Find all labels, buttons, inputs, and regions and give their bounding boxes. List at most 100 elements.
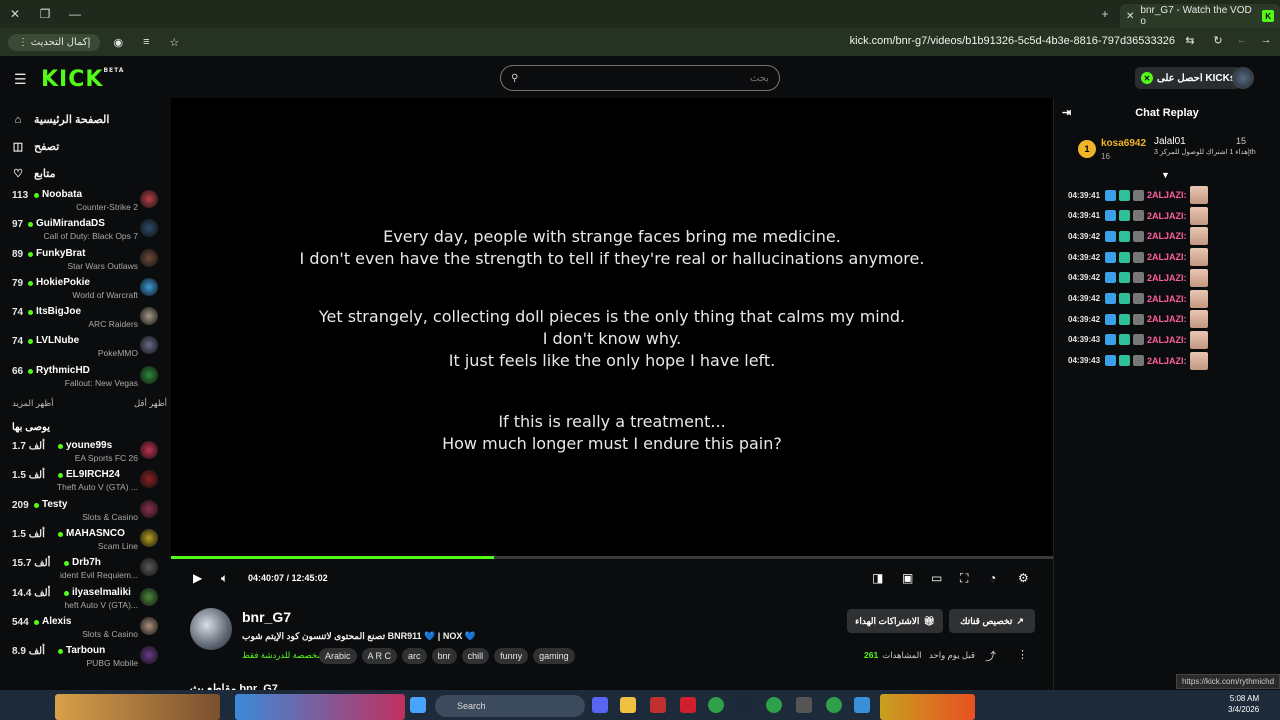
more-options-icon[interactable]: ⋮: [1017, 648, 1028, 661]
chat-username[interactable]: 2ALJAZI:: [1147, 335, 1187, 345]
profile-icon[interactable]: ◉: [108, 36, 128, 49]
show-more-link[interactable]: أظهر المزيد: [12, 398, 53, 409]
sidebar-item-following[interactable]: ♡ متابع: [0, 160, 170, 187]
start-icon[interactable]: [410, 697, 426, 713]
sidebar-channel-row[interactable]: 1.5 ألف EL9IRCH24 Theft Auto V (GTA) ...: [0, 467, 170, 496]
tag[interactable]: arc: [402, 648, 427, 664]
sidebar-channel-row[interactable]: 544 Alexis Slots & Casino: [0, 614, 170, 643]
sidebar-channel-row[interactable]: 66 RythmicHD Fallout: New Vegas: [0, 363, 170, 392]
app-icon[interactable]: [680, 697, 696, 713]
chat-message[interactable]: 04:39:43 2ALJAZI:: [1068, 351, 1208, 370]
folder-icon[interactable]: [620, 697, 636, 713]
reading-list-icon[interactable]: ≡: [136, 36, 156, 48]
chat-username[interactable]: 2ALJAZI:: [1147, 231, 1187, 241]
sidebar-channel-row[interactable]: 79 HokiePokie World of Warcraft: [0, 275, 170, 304]
miniplayer-icon[interactable]: ◨: [872, 571, 883, 585]
chat-message[interactable]: 04:39:42 2ALJAZI:: [1068, 248, 1208, 267]
sidebar-channel-row[interactable]: 14.4 ألف ilyaselmaliki heft Auto V (GTA)..…: [0, 585, 170, 614]
sidebar-channel-row[interactable]: 97 GuiMirandaDS Call of Duty: Black Ops 7: [0, 216, 170, 245]
search-box[interactable]: ⚲: [500, 65, 780, 91]
collapse-chat-icon[interactable]: ⇥: [1062, 106, 1071, 119]
sidebar-channel-row[interactable]: 15.7 ألف Drb7h ident Evil Requiem...: [0, 555, 170, 584]
tag[interactable]: bnr: [431, 648, 457, 664]
show-less-link[interactable]: أظهر أقل: [134, 398, 167, 409]
reload-icon[interactable]: ↻: [1208, 34, 1228, 47]
clock[interactable]: 5:08 AM 3/4/2026: [1228, 693, 1259, 715]
back-icon[interactable]: →: [1256, 34, 1276, 46]
sidebar-channel-row[interactable]: 74 ItsBigJoe ARC Raiders: [0, 304, 170, 333]
sidebar-channel-row[interactable]: 8.9 ألف Tarboun PUBG Mobile: [0, 643, 170, 672]
close-tab-icon[interactable]: ✕: [1126, 11, 1134, 22]
chrome-icon[interactable]: [766, 697, 782, 713]
expand-pinned-icon[interactable]: ▼: [1161, 170, 1170, 180]
pinned-username[interactable]: kosa6942: [1101, 138, 1146, 149]
sidebar-channel-row[interactable]: 1.7 ألف youne99s EA Sports FC 26: [0, 438, 170, 467]
volume-icon[interactable]: 🔈︎: [221, 571, 228, 586]
tag[interactable]: gaming: [533, 648, 575, 664]
chat-username[interactable]: 2ALJAZI:: [1147, 273, 1187, 283]
browser-tab[interactable]: ✕ bnr_G7 - Watch the VOD o K: [1120, 4, 1280, 28]
new-tab-icon[interactable]: +: [1090, 0, 1120, 28]
search-input[interactable]: [524, 72, 769, 84]
sidebar-item-browse[interactable]: ◫ تصفح: [0, 133, 170, 160]
chat-message[interactable]: 04:39:41 2ALJAZI:: [1068, 206, 1208, 225]
bookmark-star-icon[interactable]: ☆: [164, 36, 184, 49]
sidebar-channel-row[interactable]: 113 Noobata Counter-Strike 2: [0, 187, 170, 216]
share-icon[interactable]: ⤴: [985, 648, 996, 664]
chat-message[interactable]: 04:39:43 2ALJAZI:: [1068, 330, 1208, 349]
sidebar-channel-row[interactable]: 1.5 ألف MAHASNCO Scam Line: [0, 526, 170, 555]
widget-thumbnail[interactable]: [55, 694, 220, 720]
chat-message[interactable]: 04:39:42 2ALJAZI:: [1068, 310, 1208, 329]
chrome-icon[interactable]: [708, 697, 724, 713]
url-text[interactable]: kick.com/bnr-g7/videos/b1b91326-5c5d-4b3…: [850, 35, 1175, 47]
chat-username[interactable]: 2ALJAZI:: [1147, 252, 1187, 262]
chrome-icon[interactable]: [826, 697, 842, 713]
app-icon[interactable]: [796, 697, 812, 713]
sidebar-channel-row[interactable]: 74 LVLNube PokeMMO: [0, 333, 170, 362]
widget-thumbnail[interactable]: [880, 694, 975, 720]
widget-thumbnail[interactable]: [235, 694, 405, 720]
steam-icon[interactable]: [738, 697, 754, 713]
chat-username[interactable]: 2ALJAZI:: [1147, 356, 1187, 366]
restore-icon[interactable]: ❐: [30, 0, 60, 28]
taskbar-search[interactable]: Search: [435, 695, 585, 717]
sidebar-channel-row[interactable]: 89 FunkyBrat Star Wars Outlaws: [0, 246, 170, 275]
chat-username[interactable]: 2ALJAZI:: [1147, 314, 1187, 324]
clip-icon[interactable]: ▣: [902, 571, 913, 585]
tag[interactable]: chill: [461, 648, 490, 664]
chat-username[interactable]: 2ALJAZI:: [1147, 211, 1187, 221]
app-icon[interactable]: [854, 697, 870, 713]
chat-message[interactable]: 04:39:42 2ALJAZI:: [1068, 289, 1208, 308]
chat-username[interactable]: 2ALJAZI:: [1147, 294, 1187, 304]
forward-icon[interactable]: ←: [1232, 34, 1252, 46]
kick-logo[interactable]: KICKBETA: [41, 67, 124, 92]
video-player[interactable]: Every day, people with strange faces bri…: [171, 98, 1053, 558]
tag[interactable]: funny: [494, 648, 529, 664]
play-icon[interactable]: ▶: [193, 571, 202, 585]
chat-message[interactable]: 04:39:42 2ALJAZI:: [1068, 227, 1208, 246]
avatar[interactable]: [1232, 67, 1254, 89]
chat-message[interactable]: 04:39:42 2ALJAZI:: [1068, 268, 1208, 287]
theater-icon[interactable]: ▭: [931, 571, 942, 585]
tag[interactable]: A R C: [361, 648, 398, 664]
close-icon[interactable]: ✕: [0, 0, 30, 28]
sidebar-item-home[interactable]: ⌂ الصفحة الرئيسية: [0, 106, 170, 133]
speed-icon[interactable]: ◔: [989, 571, 996, 585]
minimize-icon[interactable]: —: [60, 0, 90, 28]
tab-action-icon[interactable]: ⇆: [1180, 34, 1200, 47]
discord-icon[interactable]: [592, 697, 608, 713]
app-icon[interactable]: [650, 697, 666, 713]
settings-gear-icon[interactable]: ⚙: [1018, 571, 1029, 585]
chat-username[interactable]: 2ALJAZI:: [1147, 190, 1187, 200]
customize-channel-button[interactable]: تخصيص قناتك ↗: [949, 609, 1035, 633]
gifter-username[interactable]: Jalal01: [1154, 136, 1186, 147]
update-button[interactable]: ⋮ إكمال التحديث: [8, 33, 101, 51]
gift-subs-button[interactable]: الاشتراكات الهداء 🎁︎: [847, 609, 943, 633]
chat-message[interactable]: 04:39:41 2ALJAZI:: [1068, 186, 1208, 204]
fullscreen-icon[interactable]: ⛶: [960, 571, 968, 586]
menu-icon[interactable]: ☰: [14, 71, 27, 88]
sidebar-channel-row[interactable]: 209 Testy Slots & Casino: [0, 497, 170, 526]
channel-avatar[interactable]: [190, 608, 232, 650]
channel-name[interactable]: bnr_G7: [242, 609, 291, 625]
tag[interactable]: Arabic: [319, 648, 357, 664]
